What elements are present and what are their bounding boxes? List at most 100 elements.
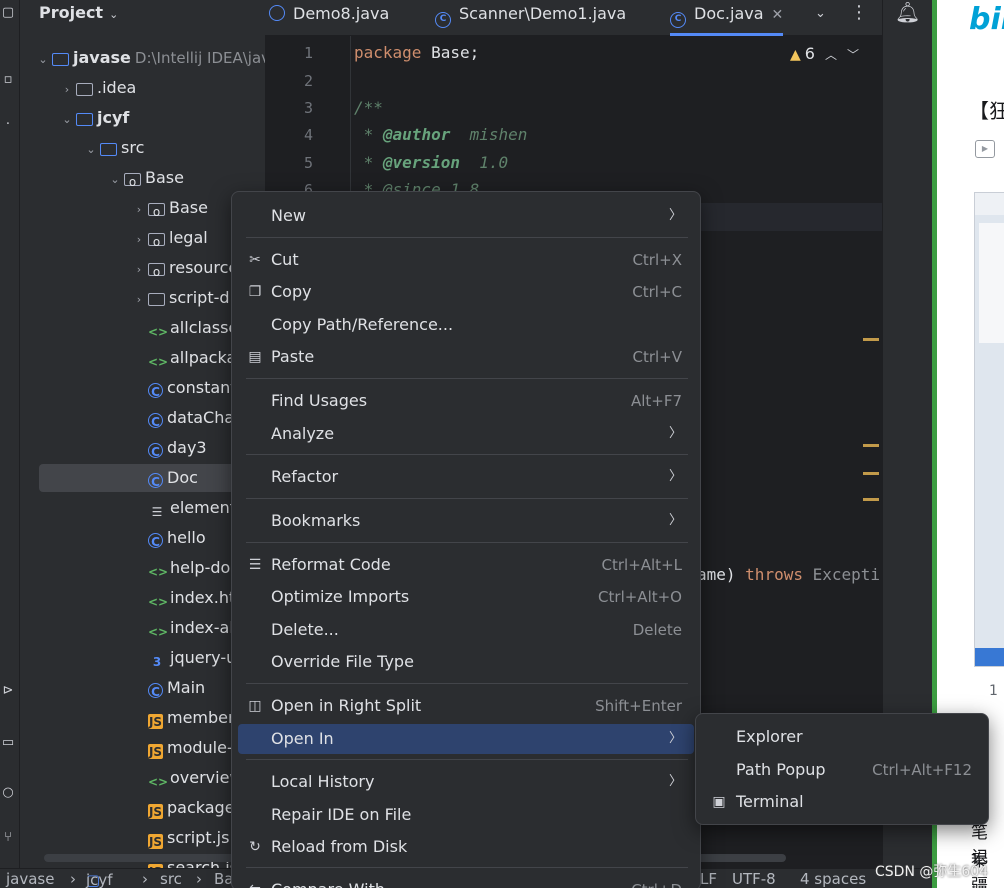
tree-item[interactable]: <> overview-	[20, 764, 265, 792]
tree-item[interactable]: › o legal	[20, 224, 265, 252]
menu-item-repair-ide[interactable]: Repair IDE on File	[238, 800, 694, 830]
menu-item-refactor[interactable]: Refactor 〉	[238, 462, 694, 492]
chevron-down-icon[interactable]: ﹀	[847, 48, 859, 62]
menu-item-new[interactable]: New 〉	[238, 201, 694, 231]
warning-stripe-marker[interactable]	[863, 498, 879, 501]
open-in-submenu: Explorer Path Popup Ctrl+Alt+F12 ▣ Termina…	[695, 713, 989, 825]
video-player[interactable]	[974, 192, 1004, 667]
tree-item[interactable]: ☰ element-li	[20, 494, 265, 522]
tree-item[interactable]: <> index.htm	[20, 584, 265, 612]
inspection-widget[interactable]: ▲ 6 ︿ ﹀	[790, 44, 859, 63]
tree-item[interactable]: ⌄ o Base	[20, 164, 265, 192]
encoding-widget[interactable]: UTF-8	[732, 870, 776, 888]
git-tool-icon[interactable]: ⑂	[0, 830, 16, 846]
indent-widget[interactable]: 4 spaces	[800, 870, 866, 888]
menu-item-delete[interactable]: Delete... Delete	[238, 615, 694, 645]
tree-item[interactable]: ⌄ src	[20, 134, 265, 162]
chevron-down-icon[interactable]: ⌄	[60, 106, 74, 134]
menu-item-cut[interactable]: ✂ Cut Ctrl+X	[238, 245, 694, 275]
chevron-right-icon[interactable]: ›	[132, 196, 146, 224]
menu-item-local-history[interactable]: Local History 〉	[238, 767, 694, 797]
menu-item-find-usages[interactable]: Find Usages Alt+F7	[238, 386, 694, 416]
menu-item-optimize-imports[interactable]: Optimize Imports Ctrl+Alt+O	[238, 582, 694, 612]
tree-item[interactable]: › script-dir	[20, 284, 265, 312]
submenu-item-path-popup[interactable]: Path Popup Ctrl+Alt+F12	[702, 755, 984, 785]
tree-item[interactable]: › .idea	[20, 74, 265, 102]
tree-item[interactable]: ⌄ javase D:\Intellij IDEA\java	[20, 44, 265, 72]
line-number: 4	[303, 126, 313, 144]
menu-item-compare-with[interactable]: ⇆Compare With...Ctrl+D	[238, 875, 694, 888]
run-tool-icon[interactable]: ⊳	[0, 683, 16, 699]
project-panel-header[interactable]: Project ⌄	[39, 3, 118, 22]
menu-item-copy[interactable]: ❐ Copy Ctrl+C	[238, 277, 694, 307]
menu-item-bookmarks[interactable]: Bookmarks 〉	[238, 506, 694, 536]
menu-separator	[246, 542, 688, 543]
tree-item[interactable]: <> allpackage	[20, 344, 265, 372]
chevron-right-icon[interactable]: ›	[132, 226, 146, 254]
tab-demo8[interactable]: Demo8.java	[269, 0, 389, 36]
html-icon: <>	[148, 355, 169, 369]
tree-item[interactable]: Chello	[20, 524, 265, 552]
menu-item-analyze[interactable]: Analyze 〉	[238, 419, 694, 449]
warning-stripe-marker[interactable]	[863, 338, 879, 341]
chevron-right-icon[interactable]: ›	[132, 256, 146, 284]
tree-item[interactable]: JS package-s	[20, 794, 265, 822]
tree-item[interactable]: Cday3	[20, 434, 265, 462]
close-icon[interactable]: ✕	[772, 7, 784, 23]
code-line-5: * @version 1.0	[354, 153, 509, 172]
more-vertical-icon[interactable]: ⋮	[850, 2, 868, 23]
tree-item[interactable]: 3 jquery-ui.c	[20, 644, 265, 672]
submenu-item-terminal[interactable]: ▣ Terminal	[702, 787, 984, 817]
tree-item[interactable]: <> index-all.h	[20, 614, 265, 642]
line-separator-widget[interactable]: LF	[700, 870, 717, 888]
tree-item[interactable]: JS member-s	[20, 704, 265, 732]
menu-item-override-file-type[interactable]: Override File Type	[238, 647, 694, 677]
chevron-down-icon[interactable]: ⌄	[815, 6, 826, 21]
tree-item-label: script.js	[167, 828, 230, 847]
submenu-item-explorer[interactable]: Explorer	[702, 722, 984, 752]
menu-item-open-right-split[interactable]: ◫ Open in Right Split Shift+Enter	[238, 691, 694, 721]
chevron-down-icon[interactable]: ⌄	[84, 136, 98, 164]
tree-item[interactable]: › o Base	[20, 194, 265, 222]
menu-item-reformat-code[interactable]: ☰ Reformat Code Ctrl+Alt+L	[238, 550, 694, 580]
menu-item-copy-path[interactable]: Copy Path/Reference...	[238, 310, 694, 340]
tree-item[interactable]: <> allclasses	[20, 314, 265, 342]
paste-icon: ▤	[248, 349, 262, 365]
breadcrumb-src[interactable]: src	[160, 870, 182, 888]
chevron-right-icon: 〉	[668, 426, 682, 441]
chevron-up-icon[interactable]: ︿	[825, 48, 837, 62]
tab-scanner-demo1[interactable]: C Scanner\Demo1.java	[435, 0, 626, 36]
tab-doc[interactable]: C Doc.java ✕	[670, 0, 784, 36]
problems-tool-icon[interactable]: ○	[0, 785, 16, 801]
chevron-down-icon[interactable]: ⌄	[36, 46, 50, 74]
tree-item[interactable]: JS module-se	[20, 734, 265, 762]
chevron-right-icon[interactable]: ›	[60, 76, 74, 104]
notification-bell-icon[interactable]: 🔔︎	[895, 0, 920, 24]
bilibili-logo[interactable]: bili	[969, 2, 1004, 37]
chevron-right-icon[interactable]: ›	[132, 286, 146, 314]
warning-stripe-marker[interactable]	[863, 444, 879, 447]
tree-item[interactable]: <> help-doc.h	[20, 554, 265, 582]
more-tools-icon[interactable]: ·	[0, 117, 16, 133]
watermark: CSDN @弥生604	[875, 864, 989, 880]
commit-tool-icon[interactable]: ▫	[0, 72, 16, 88]
project-tool-icon[interactable]: ▢	[0, 5, 16, 21]
tree-item[interactable]: CdataChan	[20, 404, 265, 432]
tree-item[interactable]: JS script.js	[20, 824, 265, 852]
breadcrumb-project[interactable]: javase	[6, 870, 54, 888]
split-icon: ◫	[248, 698, 262, 714]
menu-separator	[246, 683, 688, 684]
terminal-tool-icon[interactable]: ▭	[0, 735, 16, 751]
menu-item-open-in[interactable]: Open In 〉	[238, 724, 694, 754]
tree-item[interactable]: › o resources	[20, 254, 265, 282]
menu-item-paste[interactable]: ▤ Paste Ctrl+V	[238, 342, 694, 372]
tree-item[interactable]: ⌄ jcyf	[20, 104, 265, 132]
chevron-down-icon[interactable]: ⌄	[108, 166, 122, 194]
warning-stripe-marker[interactable]	[863, 472, 879, 475]
video-title[interactable]: 【狂	[969, 95, 1004, 124]
tree-item[interactable]: Cconstant	[20, 374, 265, 402]
module-icon	[52, 53, 69, 66]
tree-item-label: Base	[169, 198, 208, 217]
menu-item-reload-from-disk[interactable]: ↻ Reload from Disk	[238, 832, 694, 862]
tree-item[interactable]: C Main	[20, 674, 265, 702]
